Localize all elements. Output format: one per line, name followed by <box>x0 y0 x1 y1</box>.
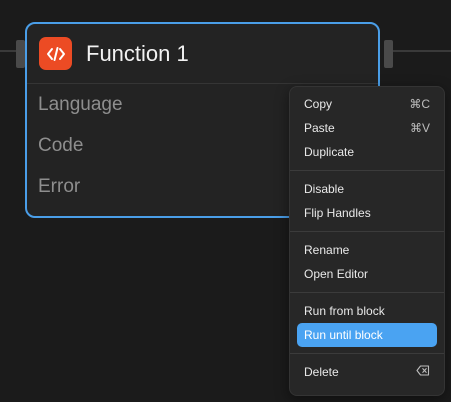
backspace-icon <box>416 365 430 379</box>
menu-item-rename-label: Rename <box>304 243 350 257</box>
menu-item-paste[interactable]: Paste ⌘V <box>297 116 437 140</box>
menu-item-run-until-block-label: Run until block <box>304 328 383 342</box>
menu-separator <box>290 353 444 354</box>
row-language-label: Language <box>38 93 123 115</box>
connector-line-right <box>392 50 451 52</box>
menu-item-run-until-block[interactable]: Run until block <box>297 323 437 347</box>
menu-item-disable[interactable]: Disable <box>297 177 437 201</box>
menu-item-disable-label: Disable <box>304 182 345 196</box>
row-code-label: Code <box>38 134 84 156</box>
target-handle[interactable] <box>16 40 25 68</box>
source-handle[interactable] <box>384 40 393 68</box>
context-menu: Copy ⌘C Paste ⌘V Duplicate Disable Flip … <box>289 86 445 396</box>
menu-separator <box>290 231 444 232</box>
menu-item-open-editor[interactable]: Open Editor <box>297 262 437 286</box>
menu-item-flip-handles[interactable]: Flip Handles <box>297 201 437 225</box>
menu-separator <box>290 170 444 171</box>
code-brackets-icon <box>39 37 72 70</box>
row-error-label: Error <box>38 175 81 197</box>
menu-separator <box>290 292 444 293</box>
menu-item-delete-label: Delete <box>304 365 339 379</box>
menu-item-delete[interactable]: Delete <box>297 360 437 384</box>
menu-item-copy[interactable]: Copy ⌘C <box>297 92 437 116</box>
menu-item-run-from-block-label: Run from block <box>304 304 385 318</box>
menu-item-paste-label: Paste <box>304 121 335 135</box>
menu-item-copy-label: Copy <box>304 97 333 111</box>
copy-shortcut: ⌘C <box>409 97 430 111</box>
block-header[interactable]: Function 1 <box>27 24 378 84</box>
menu-item-run-from-block[interactable]: Run from block <box>297 299 437 323</box>
paste-shortcut: ⌘V <box>409 121 430 135</box>
menu-item-open-editor-label: Open Editor <box>304 267 369 281</box>
menu-item-rename[interactable]: Rename <box>297 238 437 262</box>
menu-item-duplicate-label: Duplicate <box>304 145 355 159</box>
block-title: Function 1 <box>86 40 189 66</box>
menu-item-duplicate[interactable]: Duplicate <box>297 140 437 164</box>
menu-item-flip-handles-label: Flip Handles <box>304 206 371 220</box>
